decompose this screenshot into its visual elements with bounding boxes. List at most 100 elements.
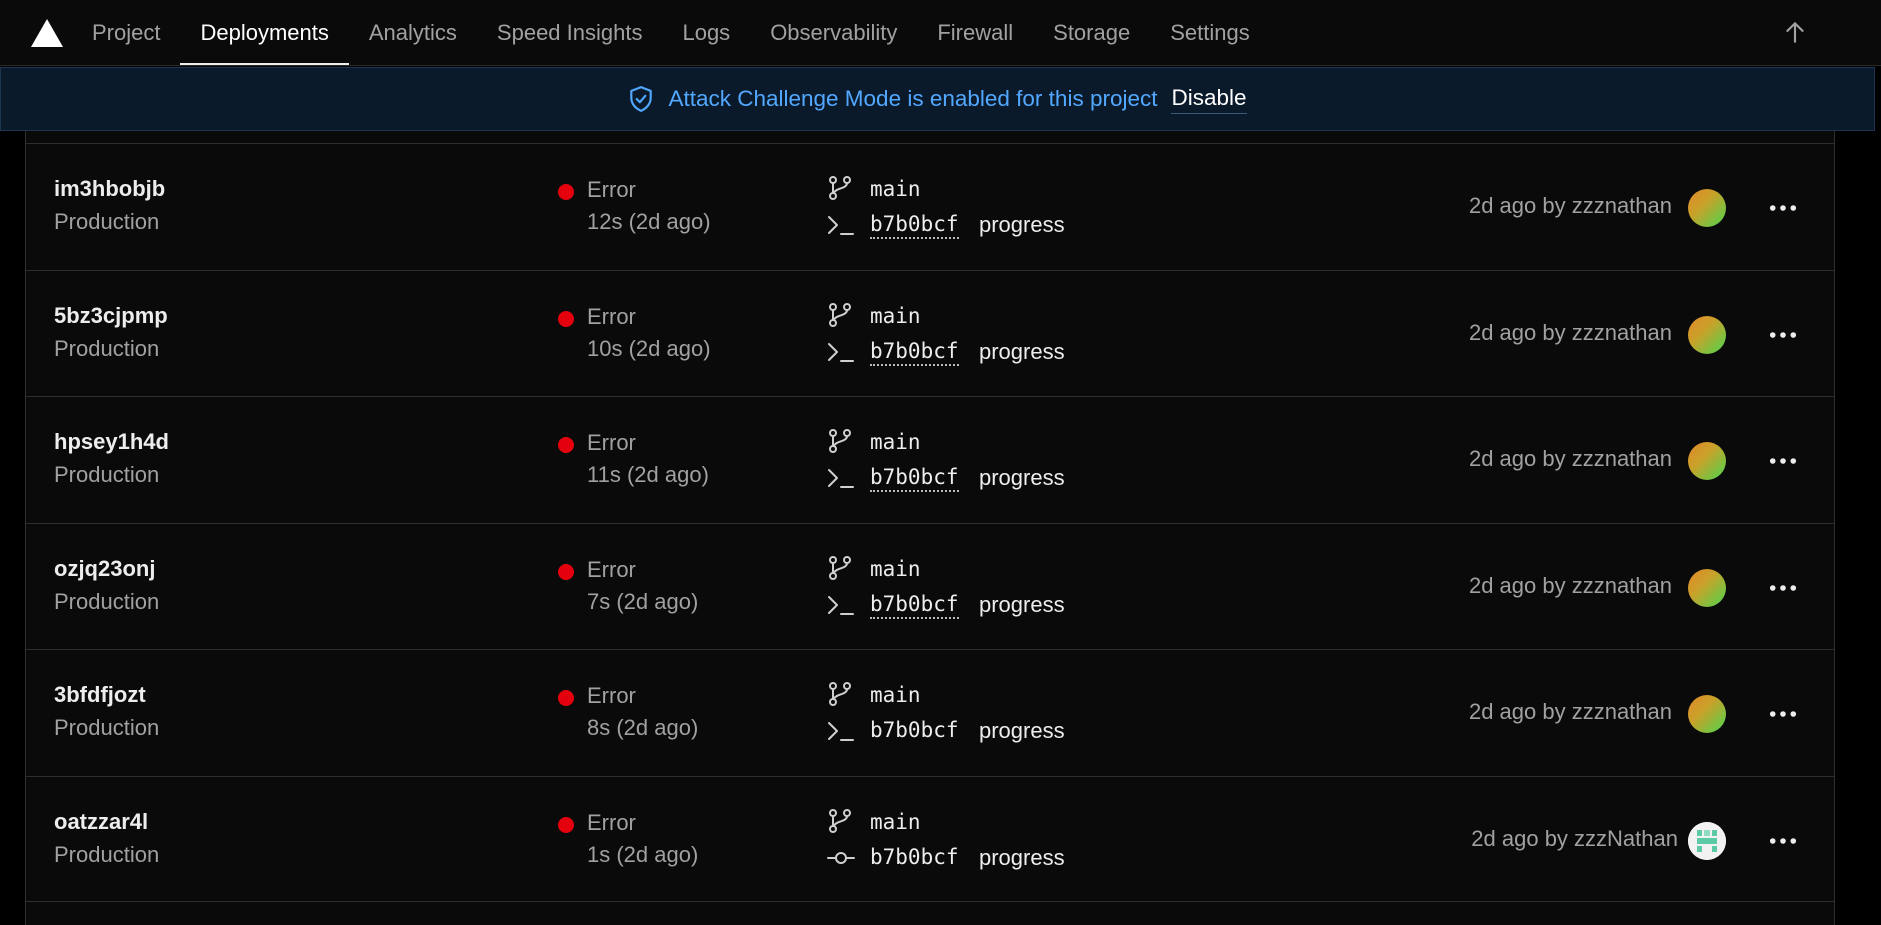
error-status-dot <box>558 563 574 580</box>
deployment-id[interactable]: hpsey1h4d <box>54 429 169 455</box>
deployment-meta: 2d ago by zzzNathan <box>1471 825 1678 851</box>
terminal-icon <box>828 595 854 615</box>
vercel-logo[interactable] <box>0 0 92 65</box>
deployment-id[interactable]: oatzzar4l <box>54 809 148 835</box>
terminal-icon <box>828 722 854 741</box>
deployment-row[interactable]: ozjq23onj Production Error 7s (2d ago) m… <box>25 522 1835 649</box>
deployments-list: im3hbobjb Production Error 12s (2d ago) … <box>25 143 1835 902</box>
commit-hash[interactable]: b7b0bcf <box>870 718 959 743</box>
build-duration: 1s (2d ago) <box>587 841 699 867</box>
more-options-button[interactable] <box>1766 444 1800 478</box>
deployment-environment: Production <box>54 588 160 614</box>
commit-message: progress <box>979 844 1065 870</box>
deployment-environment: Production <box>54 209 160 234</box>
deployment-environment: Production <box>54 841 160 867</box>
deployment-meta: 2d ago by zzznathan <box>1468 446 1672 471</box>
more-options-button[interactable] <box>1766 191 1800 225</box>
more-options-button[interactable] <box>1766 571 1800 605</box>
branch-name[interactable]: main <box>870 177 921 201</box>
git-branch-icon <box>829 682 851 706</box>
branch-name[interactable]: main <box>870 683 921 707</box>
git-branch-icon <box>829 302 851 327</box>
ellipsis-icon <box>1769 331 1797 338</box>
avatar[interactable] <box>1688 315 1726 354</box>
deployment-row[interactable]: hpsey1h4d Production Error 11s (2d ago) … <box>25 396 1835 523</box>
banner-message: Attack Challenge Mode is enabled for thi… <box>668 86 1158 111</box>
tab-settings[interactable]: Settings <box>1150 0 1270 65</box>
status-label: Error <box>587 809 636 835</box>
commit-hash[interactable]: b7b0bcf <box>870 845 959 870</box>
page-gutter-left <box>0 131 25 925</box>
more-options-button[interactable] <box>1766 318 1800 352</box>
avatar[interactable] <box>1688 568 1726 607</box>
deployment-meta: 2d ago by zzznathan <box>1468 572 1672 598</box>
deployment-environment: Production <box>54 715 160 740</box>
more-options-button[interactable] <box>1766 824 1800 858</box>
branch-name[interactable]: main <box>870 430 921 454</box>
build-duration: 7s (2d ago) <box>587 588 699 614</box>
git-branch-icon <box>829 176 851 200</box>
deployment-id[interactable]: im3hbobjb <box>54 176 165 202</box>
attack-mode-banner: Attack Challenge Mode is enabled for thi… <box>0 67 1875 131</box>
page-gutter-right <box>1835 131 1881 925</box>
deployment-id[interactable]: 5bz3cjpmp <box>54 303 168 329</box>
more-options-button[interactable] <box>1766 697 1800 731</box>
status-label: Error <box>587 177 636 202</box>
tab-storage[interactable]: Storage <box>1033 0 1150 65</box>
deployment-id[interactable]: ozjq23onj <box>54 556 155 582</box>
ellipsis-icon <box>1769 205 1797 211</box>
tab-logs[interactable]: Logs <box>662 0 750 65</box>
terminal-icon <box>828 216 854 235</box>
nav-tabs: Project Deployments Analytics Speed Insi… <box>92 0 1270 65</box>
disable-button[interactable]: Disable <box>1171 85 1247 114</box>
tab-project[interactable]: Project <box>92 0 180 65</box>
branch-name[interactable]: main <box>870 557 921 581</box>
commit-message: progress <box>979 338 1065 364</box>
commit-hash[interactable]: b7b0bcf <box>870 592 959 619</box>
deployment-id[interactable]: 3bfdfjozt <box>54 682 146 708</box>
commit-hash[interactable]: b7b0bcf <box>870 212 959 239</box>
deployment-row[interactable]: 3bfdfjozt Production Error 8s (2d ago) m… <box>25 649 1835 776</box>
scroll-top-button[interactable] <box>1777 14 1813 50</box>
error-status-dot <box>558 184 574 200</box>
git-commit-icon <box>827 851 855 864</box>
shield-check-icon <box>630 86 653 112</box>
top-nav: Project Deployments Analytics Speed Insi… <box>0 0 1881 66</box>
deployment-meta: 2d ago by zzznathan <box>1468 699 1672 724</box>
branch-name[interactable]: main <box>870 810 921 834</box>
git-branch-icon <box>829 808 851 833</box>
deployment-environment: Production <box>54 462 160 487</box>
status-label: Error <box>587 303 636 329</box>
deployment-row[interactable]: im3hbobjb Production Error 12s (2d ago) … <box>25 143 1835 270</box>
tab-observability[interactable]: Observability <box>750 0 917 65</box>
branch-name[interactable]: main <box>870 304 921 328</box>
ellipsis-icon <box>1769 837 1797 844</box>
build-duration: 12s (2d ago) <box>587 209 711 234</box>
deployment-row[interactable]: oatzzar4l Production Error 1s (2d ago) m… <box>25 775 1835 902</box>
tab-firewall[interactable]: Firewall <box>917 0 1033 65</box>
build-duration: 10s (2d ago) <box>587 335 711 361</box>
tab-deployments[interactable]: Deployments <box>180 0 350 65</box>
ellipsis-icon <box>1769 458 1797 464</box>
status-label: Error <box>587 556 636 582</box>
ellipsis-icon <box>1769 584 1797 591</box>
commit-message: progress <box>979 212 1065 237</box>
avatar[interactable] <box>1688 189 1726 227</box>
error-status-dot <box>558 437 574 453</box>
deployment-meta: 2d ago by zzznathan <box>1468 319 1672 345</box>
tab-analytics[interactable]: Analytics <box>349 0 477 65</box>
tab-speed-insights[interactable]: Speed Insights <box>477 0 663 65</box>
terminal-icon <box>828 342 854 362</box>
deployment-meta: 2d ago by zzznathan <box>1468 193 1672 218</box>
avatar[interactable] <box>1688 442 1726 480</box>
avatar[interactable] <box>1688 695 1726 733</box>
commit-hash[interactable]: b7b0bcf <box>870 465 959 492</box>
identicon-avatar-icon <box>1688 821 1726 860</box>
commit-hash[interactable]: b7b0bcf <box>870 339 959 366</box>
next-row-edge <box>25 902 1835 925</box>
git-branch-icon <box>829 429 851 453</box>
ellipsis-icon <box>1769 711 1797 717</box>
commit-message: progress <box>979 465 1065 490</box>
avatar[interactable] <box>1688 821 1726 860</box>
deployment-row[interactable]: 5bz3cjpmp Production Error 10s (2d ago) … <box>25 269 1835 396</box>
